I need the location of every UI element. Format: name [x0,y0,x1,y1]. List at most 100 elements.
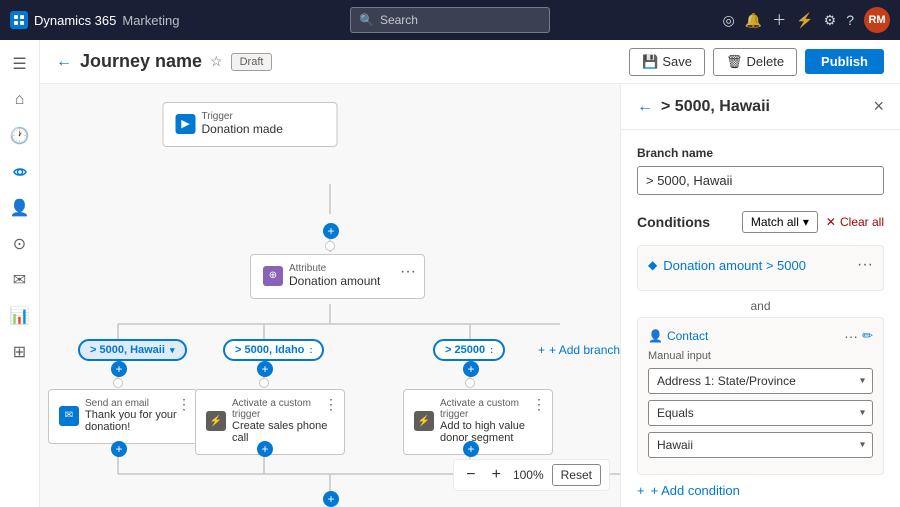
delete-button[interactable]: 🗑 Delete [713,48,797,76]
action1-icon: ✉ [59,406,79,426]
contact-edit-icon[interactable]: ✏ [862,328,873,344]
zoom-in-button[interactable]: + [488,466,505,484]
contact-block: 👤 Contact ··· ✏ Manual input Address 1: … [637,317,884,475]
zoom-reset-button[interactable]: Reset [552,464,601,486]
sidebar-item-home[interactable]: ⌂ [4,84,36,116]
search-icon: 🔍 [359,13,374,27]
add-branch-label: + Add branch [549,343,620,357]
sidebar-item-recent[interactable]: 🕐 [4,120,36,152]
search-placeholder: Search [380,13,418,27]
action1-type: Send an email [85,398,187,409]
search-bar[interactable]: 🔍 Search [350,7,550,33]
panel-close-button[interactable]: × [873,96,884,117]
avatar[interactable]: RM [864,7,890,33]
condition1-more[interactable]: ··· [857,256,873,274]
panel-body: Branch name Conditions Match all ▾ ✕ Cle… [621,130,900,507]
circle-action3 [465,378,475,388]
app-icon [10,11,28,29]
status-badge: Draft [231,53,273,71]
plus-after-action1[interactable]: + [111,441,127,457]
branch-2-label: > 5000, Idaho [235,344,304,356]
trigger-node[interactable]: ▶ Trigger Donation made [163,102,338,147]
branch-name-label: Branch name [637,146,884,160]
circle-action2 [259,378,269,388]
toolbar: ← Journey name ☆ Draft 💾 Save 🗑 Delete P… [40,40,900,84]
zoom-out-button[interactable]: − [462,466,479,484]
nav-icon-filter[interactable]: ⚡ [796,12,813,29]
sidebar-item-segments[interactable]: ⊙ [4,228,36,260]
address-dropdown-wrapper: Address 1: State/Province ▾ [648,368,873,394]
branch-1-dropdown-icon: ▾ [170,345,175,355]
plus-after-action2[interactable]: + [257,441,273,457]
plus-button-after-trigger[interactable]: + [323,223,339,239]
nav-icon-target[interactable]: ◎ [723,12,735,29]
zoom-level: 100% [513,468,544,482]
sidebar-item-email[interactable]: ✉ [4,264,36,296]
attribute-node[interactable]: ⊕ Attribute Donation amount ··· [250,254,425,299]
publish-button[interactable]: Publish [805,49,884,74]
action2-title: Create sales phone call [232,420,334,444]
branch-2[interactable]: > 5000, Idaho : [223,339,324,361]
hawaii-dropdown[interactable]: Hawaii [648,432,873,458]
match-all-chevron: ▾ [803,215,809,229]
clear-all-label: Clear all [840,215,884,229]
add-condition-label: + Add condition [651,483,740,498]
hawaii-dropdown-wrapper: Hawaii ▾ [648,432,873,458]
trigger-icon: ▶ [176,114,196,134]
action1-more[interactable]: ⋮ [177,396,191,413]
clear-all-button[interactable]: ✕ Clear all [826,215,884,229]
action2-more[interactable]: ⋮ [324,396,338,413]
branch-1-label: > 5000, Hawaii [90,344,165,356]
branch-3-dropdown-icon: : [490,345,493,355]
action3-more[interactable]: ⋮ [532,396,546,413]
circle-action1 [113,378,123,388]
nav-icon-help[interactable]: ? [846,12,854,28]
branch-1[interactable]: > 5000, Hawaii ▾ [78,339,187,361]
nav-right: ◎ 🔔 ＋ ⚡ ⚙ ? RM [723,7,890,33]
conditions-title: Conditions [637,214,742,230]
top-nav: Dynamics 365 Marketing 🔍 Search ◎ 🔔 ＋ ⚡ … [0,0,900,40]
action2-icon: ⚡ [206,411,226,431]
star-icon[interactable]: ☆ [210,53,223,70]
clear-all-x-icon: ✕ [826,215,836,229]
panel-back-button[interactable]: ← [637,98,653,116]
match-all-dropdown[interactable]: Match all ▾ [742,211,818,233]
sidebar-item-menu[interactable]: ☰ [4,48,36,80]
zoom-controls: − + 100% Reset [453,459,610,491]
action-node-1[interactable]: ✉ Send an email Thank you for your donat… [48,389,198,444]
plus-after-action3[interactable]: + [463,441,479,457]
circle-after-trigger [325,241,335,251]
address-dropdown[interactable]: Address 1: State/Province [648,368,873,394]
sidebar-item-journey[interactable] [4,156,36,188]
sidebar-item-contacts[interactable]: 👤 [4,192,36,224]
back-button[interactable]: ← [56,53,72,71]
equals-dropdown[interactable]: Equals [648,400,873,426]
branch-3[interactable]: > 25000 : [433,339,505,361]
delete-icon: 🗑 [726,54,743,70]
plus-btn-branch2[interactable]: + [257,361,273,377]
add-branch-button[interactable]: + + Add branch [538,343,620,357]
condition1-link[interactable]: Donation amount > 5000 [663,258,851,273]
sidebar-item-analytics[interactable]: 📊 [4,300,36,332]
nav-icon-bell[interactable]: 🔔 [745,12,762,29]
page-title: Journey name [80,51,202,72]
save-button[interactable]: 💾 Save [629,48,705,76]
attr-title: Donation amount [289,274,380,288]
plus-before-exit[interactable]: + [323,491,339,507]
contact-more[interactable]: ··· [844,328,858,344]
branch-name-input[interactable] [637,166,884,195]
right-panel: ← > 5000, Hawaii × Branch name Condition… [620,84,900,507]
nav-icon-gear[interactable]: ⚙ [824,12,837,29]
plus-btn-branch3[interactable]: + [463,361,479,377]
plus-btn-branch1[interactable]: + [111,361,127,377]
add-condition-button[interactable]: + + Add condition [637,483,884,498]
attr-more[interactable]: ··· [400,263,416,281]
save-label: Save [662,54,692,69]
app-logo[interactable]: Dynamics 365 Marketing [10,11,179,29]
toolbar-actions: 💾 Save 🗑 Delete Publish [629,48,884,76]
nav-icon-plus[interactable]: ＋ [772,10,786,30]
contact-label[interactable]: Contact [667,329,840,343]
sidebar-item-settings[interactable]: ⊞ [4,336,36,368]
equals-dropdown-wrapper: Equals ▾ [648,400,873,426]
and-separator: and [637,299,884,313]
